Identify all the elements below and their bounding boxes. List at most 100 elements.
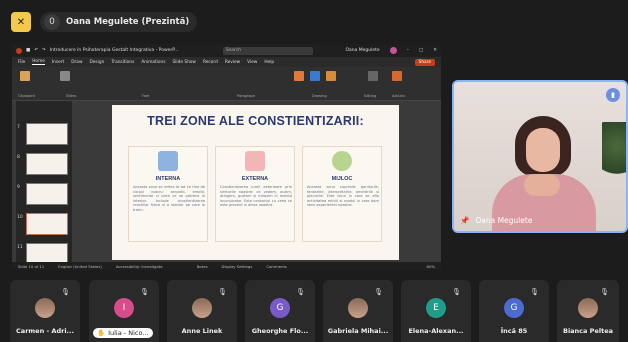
ppt-doc-title: Introducere în Psihoterapia Gestalt Inte… bbox=[49, 48, 179, 53]
slide-thumbnail[interactable] bbox=[26, 153, 68, 175]
accessibility-status[interactable]: Accessibility: Investigate bbox=[116, 264, 163, 269]
participant-tile[interactable]: 🎙 E Elena-Alexan... bbox=[401, 280, 471, 342]
ribbon-group-drawing: Drawing bbox=[312, 94, 327, 98]
shared-screen: ■ ↶ ↷ Introducere în Psihoterapia Gestal… bbox=[12, 44, 441, 270]
zone-heading: INTERNA bbox=[155, 176, 181, 182]
mic-muted-icon: 🎙 bbox=[600, 288, 609, 296]
ppt-menubar: File Home Insert Draw Design Transitions Anima… bbox=[12, 57, 441, 67]
zone-text: Aceasta zona se refera la tot ce tine de… bbox=[133, 185, 205, 212]
display-settings-button[interactable]: Display Settings bbox=[222, 264, 253, 269]
participant-tile[interactable]: 🎙 Anne Linek bbox=[167, 280, 237, 342]
new-slide-icon[interactable] bbox=[60, 71, 70, 81]
slide-thumbnail-selected[interactable] bbox=[26, 213, 68, 235]
ppt-ribbon: Clipboard Slides Font Paragraph Drawing … bbox=[12, 67, 441, 101]
thumb-number: 11 bbox=[17, 245, 23, 250]
quick-styles-icon[interactable] bbox=[326, 71, 336, 81]
more-participants-icon: G bbox=[504, 298, 524, 318]
ppt-titlebar: ■ ↶ ↷ Introducere în Psihoterapia Gestal… bbox=[12, 44, 441, 57]
ppt-user-name: Oana Megulete bbox=[345, 48, 380, 53]
editing-icon[interactable] bbox=[368, 71, 378, 81]
maximize-icon[interactable]: □ bbox=[419, 48, 423, 53]
menu-animations[interactable]: Animations bbox=[141, 60, 165, 65]
speaker-hands bbox=[524, 174, 560, 196]
menu-file[interactable]: File bbox=[18, 60, 25, 65]
participant-tile[interactable]: 🎙 Carmen - Adri... bbox=[10, 280, 80, 342]
menu-design[interactable]: Design bbox=[89, 60, 104, 65]
ppt-search[interactable]: Search bbox=[222, 46, 313, 55]
menu-record[interactable]: Record bbox=[203, 60, 218, 65]
avatar-initial: I bbox=[114, 298, 134, 318]
ribbon-group-font: Font bbox=[142, 94, 150, 98]
avatar-initial: E bbox=[426, 298, 446, 318]
close-icon[interactable]: ✕ bbox=[433, 48, 437, 53]
participant-tile[interactable]: 🎙 G Încă 85 bbox=[479, 280, 549, 342]
ppt-share-button[interactable]: Share bbox=[414, 58, 435, 66]
link-icon bbox=[332, 151, 352, 171]
zone-heading: MIJLOC bbox=[331, 176, 353, 182]
slide-thumbnail[interactable] bbox=[26, 183, 68, 205]
menu-help[interactable]: Help bbox=[264, 60, 274, 65]
audio-active-icon: ▮ bbox=[606, 88, 620, 102]
thumb-number: 7 bbox=[17, 125, 20, 130]
menu-slide-show[interactable]: Slide Show bbox=[173, 60, 196, 65]
zone-heading: EXTERNA bbox=[241, 176, 269, 182]
ppt-workspace: 7 8 9 10 11 TREI ZONE ALE CONSTIENTIZARI… bbox=[12, 101, 441, 265]
ribbon-group-editing: Editing bbox=[364, 94, 377, 98]
current-slide: TREI ZONE ALE CONSTIENTIZARII: INTERNA A… bbox=[112, 105, 399, 260]
mic-muted-icon: 🎙 bbox=[140, 288, 149, 296]
language-status: English (United States) bbox=[58, 263, 102, 269]
participant-name: Elena-Alexan... bbox=[408, 327, 464, 335]
speaker-name-tag: 📌 Oana Megulete bbox=[460, 216, 532, 225]
mic-muted-icon: 🎙 bbox=[374, 288, 383, 296]
menu-home[interactable]: Home bbox=[32, 59, 45, 65]
participant-tile[interactable]: 🎙 Gabriela Mihai... bbox=[323, 280, 393, 342]
menu-review[interactable]: Review bbox=[225, 60, 240, 65]
participant-tile[interactable]: 🎙 I ✋Iulia - Nico...Iulia - Nico... bbox=[89, 280, 159, 342]
avatar-photo bbox=[578, 298, 598, 318]
slide-counter: Slide 10 of 11 bbox=[18, 263, 45, 269]
presenter-chip[interactable]: 0 Oana Megulete (Prezintă) bbox=[40, 12, 198, 32]
add-ins-icon[interactable] bbox=[392, 71, 402, 81]
participant-tile[interactable]: 🎙 G Gheorghe Flo... bbox=[245, 280, 315, 342]
avatar-initial: G bbox=[270, 298, 290, 318]
mic-muted-icon: 🎙 bbox=[61, 288, 70, 296]
thumb-number: 9 bbox=[17, 185, 20, 190]
mic-muted-icon: 🎙 bbox=[530, 288, 539, 296]
speaker-video[interactable]: ▮ 📌 Oana Megulete bbox=[452, 80, 628, 233]
ppt-user-avatar[interactable] bbox=[389, 47, 397, 54]
slide-title: TREI ZONE ALE CONSTIENTIZARII: bbox=[147, 114, 364, 128]
menu-draw[interactable]: Draw bbox=[71, 60, 82, 65]
undo-icon[interactable]: ↶ bbox=[34, 48, 38, 53]
meeting-topbar: ✕ 0 Oana Megulete (Prezintă) bbox=[0, 0, 628, 44]
shapes-icon[interactable] bbox=[294, 71, 304, 81]
participant-name: Anne Linek bbox=[181, 327, 223, 335]
paste-icon[interactable] bbox=[20, 71, 30, 81]
ribbon-group-paragraph: Paragraph bbox=[237, 94, 255, 98]
ribbon-group-clipboard: Clipboard bbox=[18, 94, 35, 98]
screen-share-icon[interactable]: ✕ bbox=[11, 12, 31, 32]
thumb-number: 8 bbox=[17, 155, 20, 160]
save-icon[interactable]: ■ bbox=[26, 48, 30, 53]
ppt-user-area: Oana Megulete – □ ✕ bbox=[345, 47, 437, 54]
pin-icon[interactable]: 📌 bbox=[460, 216, 469, 225]
zone-text: Aceasta zona cuprinde gandurile, fantezi… bbox=[307, 185, 379, 208]
slide-thumbnails: 7 8 9 10 11 bbox=[16, 101, 72, 265]
zoom-level[interactable]: 60% bbox=[427, 264, 435, 269]
ribbon-group-addins: Add-ins bbox=[392, 94, 406, 98]
document-icon bbox=[158, 151, 178, 171]
participant-name: Bianca Peltea bbox=[562, 327, 613, 335]
comments-button[interactable]: Comments bbox=[266, 264, 287, 269]
menu-insert[interactable]: Insert bbox=[52, 60, 64, 65]
menu-view[interactable]: View bbox=[247, 60, 257, 65]
ppt-statusbar: Slide 10 of 11 English (United States) A… bbox=[12, 262, 441, 270]
speaker-name: Oana Megulete bbox=[475, 216, 533, 225]
powerpoint-logo-icon bbox=[16, 47, 22, 54]
avatar-photo bbox=[348, 298, 368, 318]
notes-button[interactable]: Notes bbox=[197, 264, 208, 269]
menu-transitions[interactable]: Transitions bbox=[111, 60, 134, 65]
arrange-icon[interactable] bbox=[310, 71, 320, 81]
participant-tile[interactable]: 🎙 Bianca Peltea bbox=[557, 280, 619, 342]
redo-icon[interactable]: ↷ bbox=[42, 48, 46, 53]
slide-thumbnail[interactable] bbox=[26, 123, 68, 145]
minimize-icon[interactable]: – bbox=[407, 48, 409, 53]
